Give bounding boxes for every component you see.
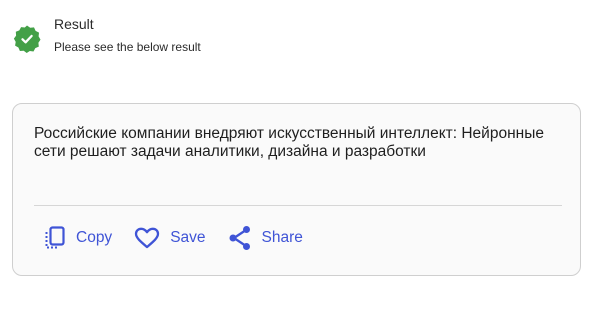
result-page: Result Please see the below result Росси… [0,0,600,313]
header-text: Result Please see the below result [54,14,201,55]
result-title: Result [54,16,94,32]
save-button[interactable]: Save [134,227,206,249]
result-subtitle: Please see the below result [54,40,201,54]
card-divider [34,205,562,206]
heart-icon [135,227,160,249]
result-card: Российские компании внедряют искусственн… [12,103,581,276]
check-circle-icon [12,24,42,54]
copy-label: Copy [76,229,113,246]
result-text: Российские компании внедряют искусственн… [34,125,544,160]
share-icon [229,226,250,250]
result-actions: Copy Save Share [44,224,303,252]
copy-button[interactable]: Copy [44,226,112,250]
copy-icon [45,226,65,249]
share-label: Share [261,229,303,246]
result-header: Result Please see the below result [12,14,201,60]
save-label: Save [170,229,206,246]
share-button[interactable]: Share [228,225,303,251]
